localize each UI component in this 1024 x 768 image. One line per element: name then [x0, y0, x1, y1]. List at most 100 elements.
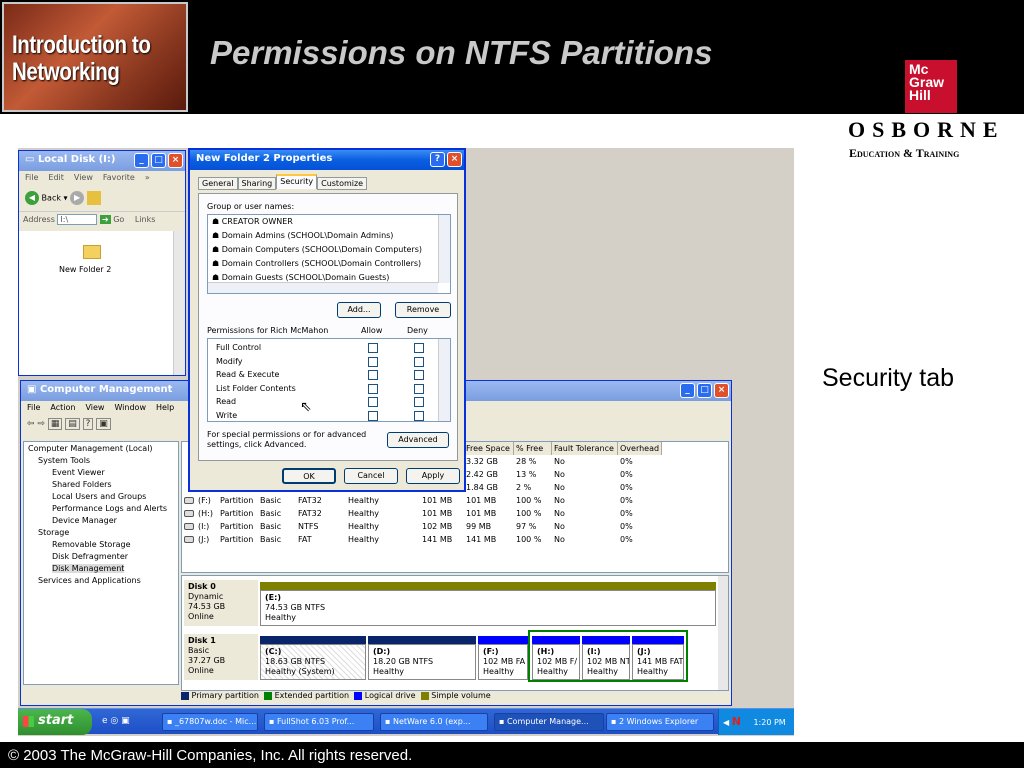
tab-customize[interactable]: Customize — [317, 177, 368, 190]
menu-window[interactable]: Window — [114, 403, 146, 412]
allow-checkbox[interactable] — [368, 356, 378, 367]
tree-services-apps[interactable]: Services and Applications — [38, 576, 141, 585]
col-free-space[interactable]: Free Space — [464, 442, 514, 455]
col-percent-free[interactable]: % Free — [514, 442, 552, 455]
taskbar-button[interactable]: ▪ NetWare 6.0 (exp... — [380, 713, 488, 731]
go-button[interactable]: Go — [113, 215, 124, 224]
taskbar-button[interactable]: ▪ 2 Windows Explorer — [606, 713, 714, 731]
user-row[interactable]: ☗ CREATOR OWNER — [212, 217, 293, 229]
menu-edit[interactable]: Edit — [48, 173, 64, 182]
allow-checkbox[interactable] — [368, 370, 378, 380]
volume-row[interactable]: (J:) Partition Basic FAT Healthy 141 MB 141 MB… — [182, 535, 722, 547]
user-list-hscroll[interactable] — [208, 282, 438, 293]
deny-checkbox[interactable] — [414, 343, 424, 353]
taskbar-button[interactable]: ▪ Computer Manage... — [494, 713, 604, 731]
back-arrow-icon[interactable]: ⇦ — [27, 419, 35, 429]
user-row[interactable]: ☗ Domain Controllers (SCHOOL\Domain Cont… — [212, 259, 421, 271]
tree-removable-storage[interactable]: Removable Storage — [52, 540, 131, 549]
outlook-icon[interactable]: ◎ — [110, 716, 118, 726]
deny-checkbox[interactable] — [414, 410, 424, 421]
close-icon[interactable]: × — [714, 383, 729, 398]
minimize-icon[interactable]: _ — [134, 153, 149, 168]
tree-event-viewer[interactable]: Event Viewer — [52, 468, 105, 477]
disk1-volume[interactable]: (J:) 141 MB FAT Healthy — [632, 644, 684, 680]
menu-view[interactable]: View — [74, 173, 93, 182]
tray-expand-icon[interactable]: ◀ — [723, 718, 729, 727]
menu-more[interactable]: » — [145, 173, 150, 182]
help-icon[interactable]: ? — [82, 418, 94, 430]
cancel-button[interactable]: Cancel — [344, 468, 398, 484]
allow-checkbox[interactable] — [368, 343, 378, 353]
disk0-volume-e[interactable]: (E:) 74.53 GB NTFS Healthy — [260, 590, 716, 626]
user-row[interactable]: ☗ Domain Computers (SCHOOL\Domain Comput… — [212, 245, 422, 257]
close-icon[interactable]: × — [168, 153, 183, 168]
disk1-volume[interactable]: (I:) 102 MB NT Healthy — [582, 644, 630, 680]
minimize-icon[interactable]: _ — [680, 383, 695, 398]
folder-label[interactable]: New Folder 2 — [59, 265, 111, 274]
permissions-scrollbar[interactable] — [438, 339, 450, 421]
deny-checkbox[interactable] — [414, 397, 424, 407]
clock[interactable]: 1:20 PM — [753, 718, 785, 727]
disk1-volume[interactable]: (C:) 18.63 GB NTFS Healthy (System) — [260, 644, 366, 680]
volume-row[interactable]: (H:) Partition Basic FAT32 Healthy 101 MB 101 … — [182, 509, 722, 521]
links-label[interactable]: Links — [135, 215, 156, 224]
remove-button[interactable]: Remove — [395, 302, 451, 318]
tree-device-manager[interactable]: Device Manager — [52, 516, 117, 525]
menu-favorites[interactable]: Favorite — [103, 173, 135, 182]
deny-checkbox[interactable] — [414, 356, 424, 367]
disk1-volume[interactable]: (F:) 102 MB FA Healthy — [478, 644, 528, 680]
advanced-button[interactable]: Advanced — [387, 432, 449, 448]
user-row[interactable]: ☗ Domain Admins (SCHOOL\Domain Admins) — [212, 231, 393, 243]
menu-file[interactable]: File — [27, 403, 40, 412]
tab-sharing[interactable]: Sharing — [237, 177, 277, 190]
help-icon[interactable]: ? — [430, 152, 445, 167]
add-button[interactable]: Add... — [337, 302, 381, 318]
menu-help[interactable]: Help — [156, 403, 174, 412]
col-overhead[interactable]: Overhead — [618, 442, 662, 455]
tree-disk-management[interactable]: Disk Management — [52, 564, 125, 573]
netware-n-icon[interactable]: N — [732, 715, 741, 728]
properties-titlebar[interactable]: New Folder 2 Properties ? × — [190, 150, 464, 170]
user-list[interactable]: ☗ CREATOR OWNER ☗ Domain Admins (SCHOOL\D… — [207, 214, 451, 294]
disk1-info[interactable]: Disk 1 Basic 37.27 GB Online — [184, 634, 258, 680]
ie-icon[interactable]: e — [102, 716, 108, 726]
folder-up-icon[interactable] — [86, 191, 101, 205]
tree-storage[interactable]: Storage — [38, 528, 69, 537]
allow-checkbox[interactable] — [368, 383, 378, 394]
apply-button[interactable]: Apply — [406, 468, 460, 484]
close-icon[interactable]: × — [447, 152, 462, 167]
tab-security[interactable]: Security — [276, 174, 318, 189]
tab-general[interactable]: General — [198, 177, 238, 190]
disk0-info[interactable]: Disk 0 Dynamic 74.53 GB Online — [184, 580, 258, 626]
disk1-volume[interactable]: (H:) 102 MB F/Healthy — [532, 644, 580, 680]
maximize-icon[interactable]: □ — [151, 153, 166, 168]
explorer-scrollbar[interactable] — [173, 231, 185, 375]
tree-system-tools[interactable]: System Tools — [38, 456, 90, 465]
back-button[interactable]: Back — [42, 194, 61, 203]
deny-checkbox[interactable] — [414, 383, 424, 394]
tree-shared-folders[interactable]: Shared Folders — [52, 480, 112, 489]
deny-checkbox[interactable] — [414, 370, 424, 380]
show-hide-tree-icon[interactable]: ▤ — [65, 418, 80, 430]
forward-arrow-icon[interactable]: ▶ — [70, 191, 85, 205]
menu-view[interactable]: View — [85, 403, 104, 412]
back-arrow-icon[interactable]: ◀ — [25, 191, 39, 205]
tree-root[interactable]: Computer Management (Local) — [28, 444, 153, 453]
properties-icon[interactable]: ▣ — [96, 418, 111, 430]
volume-row[interactable]: (I:) Partition Basic NTFS Healthy 102 MB 99 MB… — [182, 522, 722, 534]
tree-disk-defragmenter[interactable]: Disk Defragmenter — [52, 552, 128, 561]
go-arrow-icon[interactable]: ➔ — [99, 215, 111, 224]
maximize-icon[interactable]: □ — [697, 383, 712, 398]
taskbar-button[interactable]: ▪ _67807w.doc - Mic... — [162, 713, 258, 731]
allow-checkbox[interactable] — [368, 410, 378, 421]
graphical-scrollbar[interactable] — [718, 576, 728, 690]
allow-checkbox[interactable] — [368, 397, 378, 407]
desktop-icon[interactable]: ▣ — [121, 716, 130, 726]
address-field[interactable]: I:\ — [57, 214, 98, 225]
ok-button[interactable]: OK — [282, 468, 336, 484]
forward-arrow-icon[interactable]: ⇨ — [37, 419, 45, 429]
explorer-titlebar[interactable]: ▭ Local Disk (I:) _ □ × — [19, 151, 185, 171]
tree-perf-logs[interactable]: Performance Logs and Alerts — [52, 504, 167, 513]
taskbar-button[interactable]: ▪ FullShot 6.03 Prof... — [264, 713, 374, 731]
volume-row[interactable]: (F:) Partition Basic FAT32 Healthy 101 MB 101 … — [182, 496, 722, 508]
